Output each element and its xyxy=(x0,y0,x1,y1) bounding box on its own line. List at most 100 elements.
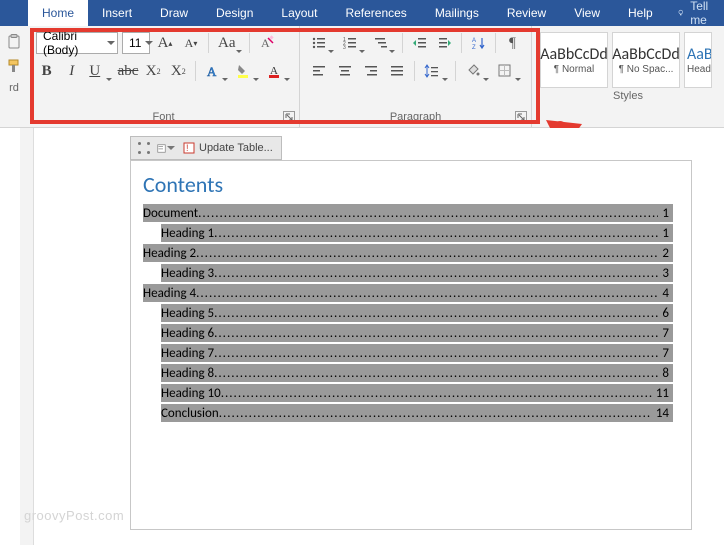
numbering-button[interactable]: 123 xyxy=(339,32,366,54)
toc-entry[interactable]: Heading 10..............................… xyxy=(161,384,673,402)
show-hide-button[interactable]: ¶ xyxy=(502,32,523,54)
toc-layout-button[interactable] xyxy=(157,139,175,157)
chevron-down-icon xyxy=(107,41,115,45)
toc-entry[interactable]: Heading 3...............................… xyxy=(161,264,673,282)
font-group: Calibri (Body) 11 A▴ A▾ Aa A B I U abc X… xyxy=(28,26,300,127)
toc-entry-label: Heading 2 xyxy=(143,246,196,261)
toc-entry[interactable]: Heading 4...............................… xyxy=(143,284,673,302)
toc-entry[interactable]: Heading 2...............................… xyxy=(143,244,673,262)
font-color-icon: A xyxy=(267,63,283,79)
justify-button[interactable] xyxy=(386,60,408,82)
justify-icon xyxy=(389,63,405,79)
text-effects-button[interactable]: A xyxy=(202,60,229,82)
font-name-select[interactable]: Calibri (Body) xyxy=(36,32,118,54)
shading-button[interactable] xyxy=(462,60,490,82)
toc-entry-label: Heading 6 xyxy=(161,326,214,341)
tab-help[interactable]: Help xyxy=(614,0,667,26)
toc-entry-label: Heading 4 xyxy=(143,286,196,301)
font-color-button[interactable]: A xyxy=(264,60,291,82)
paste-icon[interactable] xyxy=(6,34,22,50)
line-spacing-button[interactable] xyxy=(421,60,449,82)
update-table-label: Update Table... xyxy=(199,142,273,154)
align-right-button[interactable] xyxy=(360,60,382,82)
separator xyxy=(208,33,209,53)
toc-entry-page: 7 xyxy=(658,346,669,361)
toc-entry-label: Heading 1 xyxy=(161,226,214,241)
italic-button[interactable]: I xyxy=(61,60,82,82)
decrease-indent-button[interactable] xyxy=(409,32,430,54)
style-normal[interactable]: AaBbCcDd ¶ Normal xyxy=(540,32,608,88)
contents-title: Contents xyxy=(131,161,691,204)
tab-layout[interactable]: Layout xyxy=(267,0,331,26)
update-table-button[interactable]: ! Update Table... xyxy=(179,142,277,154)
refresh-icon: ! xyxy=(183,142,195,154)
toc-entry-page: 6 xyxy=(658,306,669,321)
align-right-icon xyxy=(363,63,379,79)
sort-button[interactable]: AZ xyxy=(468,32,489,54)
increase-indent-button[interactable] xyxy=(434,32,455,54)
strikethrough-button[interactable]: abc xyxy=(117,60,138,82)
tab-design[interactable]: Design xyxy=(202,0,267,26)
subscript-button[interactable]: X2 xyxy=(143,60,164,82)
grow-font-button[interactable]: A▴ xyxy=(154,32,176,54)
toc-handle-icon[interactable] xyxy=(135,139,153,157)
shrink-font-button[interactable]: A▾ xyxy=(180,32,202,54)
toc-leader-dots: ........................................… xyxy=(214,346,658,361)
toc-leader-dots: ........................................… xyxy=(214,306,658,321)
styles-group: AaBbCcDd ¶ Normal AaBbCcDd ¶ No Spac... … xyxy=(532,26,724,127)
toc-entry[interactable]: Heading 6...............................… xyxy=(161,324,673,342)
tab-view[interactable]: View xyxy=(560,0,614,26)
superscript-button[interactable]: X2 xyxy=(168,60,189,82)
tab-insert[interactable]: Insert xyxy=(88,0,146,26)
style-heading[interactable]: AaB Head xyxy=(684,32,712,88)
table-of-contents[interactable]: Document................................… xyxy=(131,204,691,422)
highlight-button[interactable] xyxy=(233,60,260,82)
toc-leader-dots: ........................................… xyxy=(214,326,658,341)
toc-entry[interactable]: Heading 5...............................… xyxy=(161,304,673,322)
paragraph-group-label: Paragraph xyxy=(300,109,531,127)
toc-entry[interactable]: Heading 1...............................… xyxy=(161,224,673,242)
toc-entry-label: Heading 10 xyxy=(161,386,221,401)
separator xyxy=(249,33,250,53)
clear-formatting-button[interactable]: A xyxy=(256,32,278,54)
svg-text:A: A xyxy=(207,64,217,79)
align-center-button[interactable] xyxy=(334,60,356,82)
toc-entry-page: 14 xyxy=(652,406,669,421)
font-group-label: Font xyxy=(28,109,299,127)
format-painter-icon[interactable] xyxy=(6,58,22,74)
toc-entry[interactable]: Document................................… xyxy=(143,204,673,222)
borders-button[interactable] xyxy=(494,60,522,82)
change-case-button[interactable]: Aa xyxy=(215,32,243,54)
multilevel-list-button[interactable] xyxy=(370,32,397,54)
line-spacing-icon xyxy=(424,63,440,79)
svg-text:3: 3 xyxy=(343,45,346,51)
highlight-icon xyxy=(236,63,252,79)
font-size-select[interactable]: 11 xyxy=(122,32,150,54)
toc-entry-label: Heading 8 xyxy=(161,366,214,381)
toc-entry[interactable]: Heading 8...............................… xyxy=(161,364,673,382)
tell-me[interactable]: Tell me xyxy=(667,0,724,26)
style-no-spacing[interactable]: AaBbCcDd ¶ No Spac... xyxy=(612,32,680,88)
tab-home[interactable]: Home xyxy=(28,0,88,26)
toc-entry[interactable]: Conclusion..............................… xyxy=(161,404,673,422)
bullets-button[interactable] xyxy=(308,32,335,54)
toc-entry-label: Heading 5 xyxy=(161,306,214,321)
lightbulb-icon xyxy=(677,7,685,19)
tab-mailings[interactable]: Mailings xyxy=(421,0,493,26)
watermark: groovyPost.com xyxy=(24,508,124,523)
toc-entry[interactable]: Heading 7...............................… xyxy=(161,344,673,362)
font-dialog-launcher[interactable] xyxy=(283,111,295,123)
tab-draw[interactable]: Draw xyxy=(146,0,202,26)
toc-entry-page: 7 xyxy=(658,326,669,341)
eraser-icon: A xyxy=(259,35,275,51)
sort-icon: AZ xyxy=(471,35,487,51)
bold-button[interactable]: B xyxy=(36,60,57,82)
bullets-icon xyxy=(311,35,327,51)
align-left-button[interactable] xyxy=(308,60,330,82)
tab-review[interactable]: Review xyxy=(493,0,560,26)
tab-references[interactable]: References xyxy=(331,0,420,26)
underline-button[interactable]: U xyxy=(86,60,113,82)
toc-entry-label: Heading 7 xyxy=(161,346,214,361)
ribbon-tabs: Home Insert Draw Design Layout Reference… xyxy=(0,0,724,26)
paragraph-dialog-launcher[interactable] xyxy=(515,111,527,123)
